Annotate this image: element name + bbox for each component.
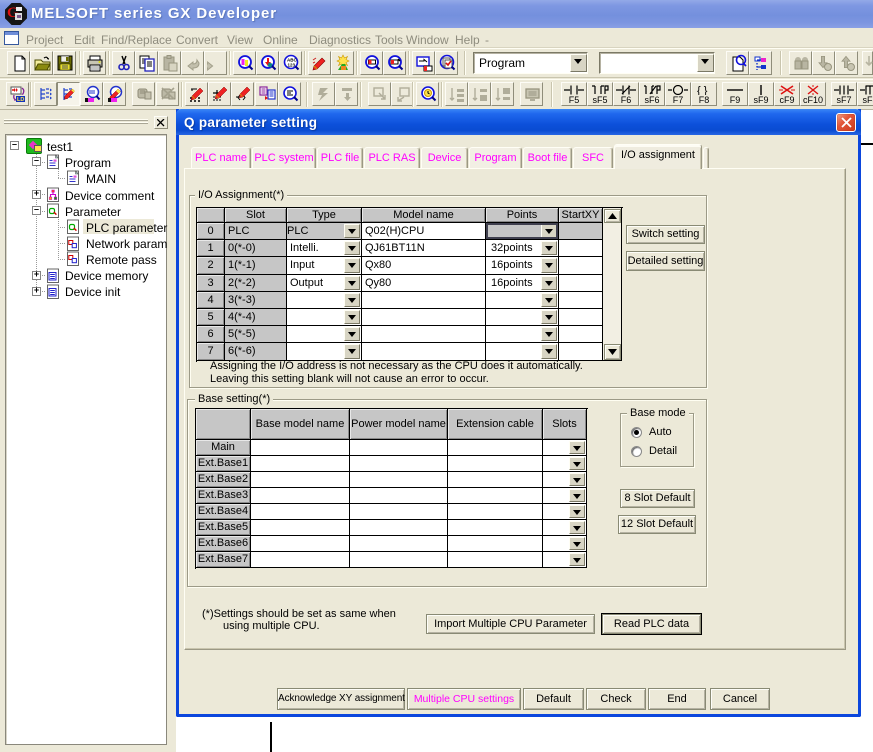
svg-text:{ }: { }: [697, 85, 708, 95]
svg-text:LD: LD: [17, 97, 24, 103]
svg-text:123: 123: [288, 63, 296, 68]
